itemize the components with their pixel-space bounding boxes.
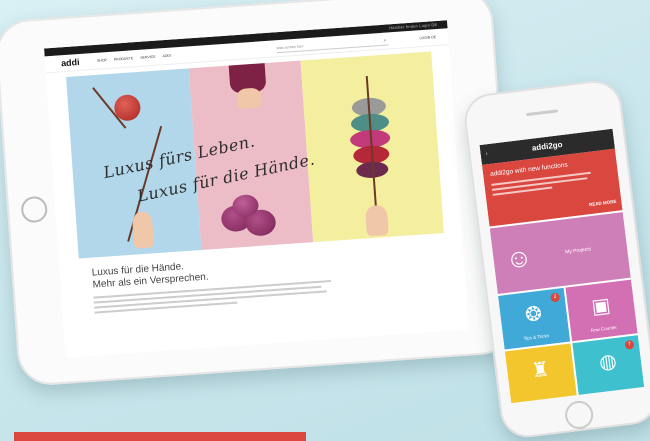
phone-screen: ‹ addi2go addi2go with new functions REA… bbox=[479, 128, 645, 404]
tile-teal[interactable]: 7 ◍ bbox=[572, 335, 645, 397]
back-arrow-icon[interactable]: ‹ bbox=[484, 144, 488, 164]
phone-home-button[interactable] bbox=[563, 399, 595, 431]
hand bbox=[131, 211, 155, 249]
hand bbox=[364, 204, 389, 237]
login-link[interactable]: LOGIN DE bbox=[419, 35, 436, 40]
hand bbox=[236, 87, 262, 110]
nav-item-produkte[interactable]: PRODUKTE bbox=[114, 56, 134, 61]
app-title: addi2go bbox=[531, 140, 563, 153]
search-placeholder: Was suchen Sie? bbox=[276, 44, 304, 51]
page-headline: Luxus für die Hände. Mehr als ein Verspr… bbox=[91, 260, 209, 292]
tile-label: Row Counter bbox=[590, 324, 618, 333]
read-more-link[interactable]: READ MORE bbox=[589, 199, 617, 207]
hero-panel-yellow bbox=[300, 51, 444, 243]
hero-banner[interactable]: Luxus fürs Leben. Luxus für die Hände. bbox=[66, 51, 444, 259]
tablet-screen: Händler finden Login DE addi SHOP PRODUK… bbox=[44, 20, 469, 358]
knitter-icon: ☺ bbox=[503, 241, 534, 275]
tile-yellow[interactable]: ♜ bbox=[504, 343, 577, 404]
tile-grid: 2 ❂ Tips & Tricks ▣ Row Counter ♜ 7 ◍ bbox=[498, 279, 645, 404]
nav-item-shop[interactable]: SHOP bbox=[97, 58, 107, 63]
tile-label: Tips & Tricks bbox=[523, 333, 550, 342]
search-input[interactable]: Was suchen Sie? ⌕ bbox=[276, 36, 389, 54]
tile-row-counter[interactable]: ▣ Row Counter bbox=[565, 279, 638, 342]
brain-icon: ❂ bbox=[523, 302, 544, 327]
phone-speaker bbox=[525, 109, 559, 117]
tablet-device: Händler finden Login DE addi SHOP PRODUK… bbox=[0, 0, 517, 387]
search-icon[interactable]: ⌕ bbox=[383, 37, 386, 45]
tablet-home-button[interactable] bbox=[20, 195, 49, 224]
yarn-globe-icon: ◍ bbox=[597, 350, 618, 375]
red-accent-bar bbox=[14, 432, 306, 441]
nav-item-addi[interactable]: ADDI bbox=[162, 54, 171, 59]
main-nav: SHOP PRODUKTE SERVICE ADDI bbox=[97, 54, 171, 63]
addi-logo[interactable]: addi bbox=[61, 57, 80, 68]
tile-label: My Projects bbox=[564, 246, 592, 256]
nav-item-service[interactable]: SERVICE bbox=[140, 55, 156, 60]
counter-icon: ▣ bbox=[590, 294, 612, 319]
tile-tips-tricks[interactable]: 2 ❂ Tips & Tricks bbox=[498, 287, 571, 350]
castle-icon: ♜ bbox=[530, 358, 551, 383]
